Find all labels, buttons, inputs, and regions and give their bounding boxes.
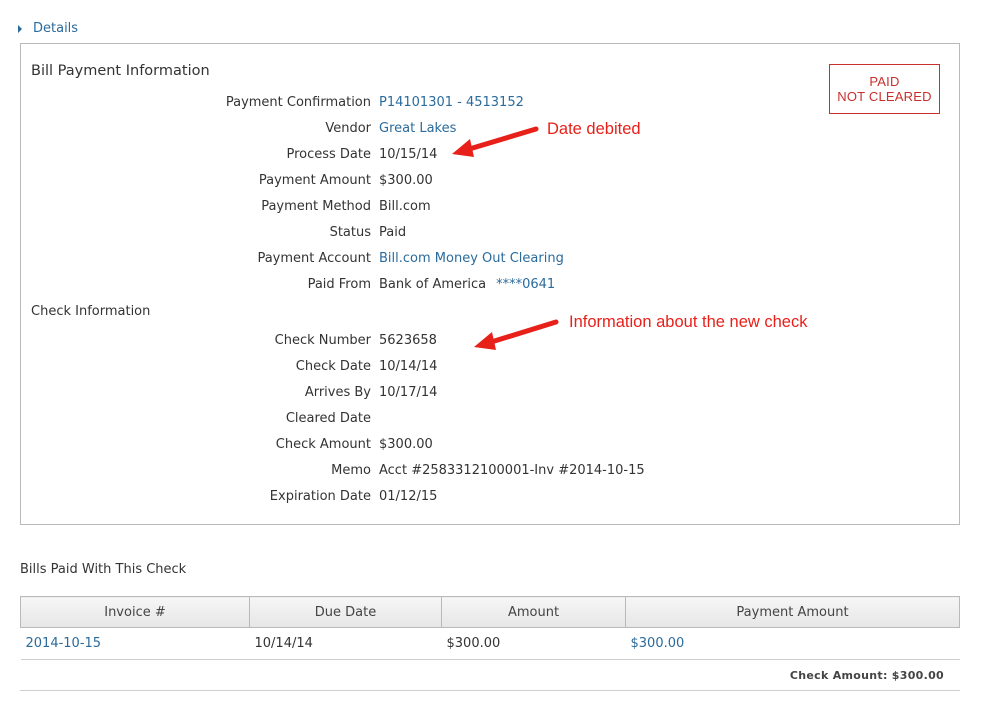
label-check-number: Check Number [274, 332, 371, 348]
row-vendor: Vendor Great Lakes [21, 119, 456, 137]
payment-amount-value: $300.00 [379, 172, 433, 188]
row-paid-from: Paid From Bank of America ****0641 [21, 275, 556, 293]
label-check-date: Check Date [295, 358, 371, 374]
label-status: Status [329, 224, 371, 240]
vendor-link[interactable]: Great Lakes [379, 121, 456, 136]
annotation-arrow-icon [452, 126, 539, 157]
row-payment-method: Payment Method Bill.com [21, 197, 431, 215]
label-payment-method: Payment Method [261, 198, 371, 214]
status-stamp-line2: NOT CLEARED [837, 89, 932, 104]
payment-method-value: Bill.com [379, 198, 431, 214]
label-expiration-date: Expiration Date [269, 488, 371, 504]
row-process-date: Process Date 10/15/14 [21, 145, 437, 163]
process-date-value: 10/15/14 [379, 146, 438, 162]
header-payment-amount[interactable]: Payment Amount [625, 596, 960, 628]
label-vendor: Vendor [325, 120, 371, 136]
header-invoice[interactable]: Invoice # [20, 596, 250, 628]
table-header-row: Invoice # Due Date Amount Payment Amount [20, 596, 960, 628]
amount-cell: $300.00 [441, 627, 626, 660]
arrives-by-value: 10/17/14 [379, 384, 438, 400]
label-paid-from: Paid From [307, 276, 371, 292]
row-check-number: Check Number 5623658 [21, 331, 437, 349]
check-amount-total: Check Amount: $300.00 [20, 660, 960, 691]
row-arrives-by: Arrives By 10/17/14 [21, 383, 438, 401]
check-information-title: Check Information [31, 304, 151, 319]
header-due-date[interactable]: Due Date [249, 596, 442, 628]
label-payment-confirmation: Payment Confirmation [225, 94, 371, 110]
due-date-cell: 10/14/14 [249, 627, 442, 660]
paid-from-value: Bank of America [379, 276, 487, 292]
table-row: 2014-10-15 10/14/14 $300.00 $300.00 [20, 627, 960, 660]
details-toggle[interactable]: Details [18, 18, 78, 38]
payment-confirmation-link[interactable]: P14101301 - 4513152 [379, 95, 524, 110]
annotation-date-debited: Date debited [547, 120, 641, 138]
row-memo: Memo Acct #2583312100001-Inv #2014-10-15 [21, 461, 645, 479]
row-check-date: Check Date 10/14/14 [21, 357, 438, 375]
bills-paid-table: Invoice # Due Date Amount Payment Amount… [20, 596, 960, 660]
status-value: Paid [379, 224, 407, 240]
check-amount-total-text: Check Amount: $300.00 [789, 668, 944, 682]
label-arrives-by: Arrives By [304, 384, 371, 400]
payment-account-link[interactable]: Bill.com Money Out Clearing [379, 251, 564, 266]
caret-right-icon [18, 24, 22, 33]
label-check-amount: Check Amount [275, 436, 371, 452]
check-date-value: 10/14/14 [379, 358, 438, 374]
bills-paid-title: Bills Paid With This Check [20, 562, 187, 577]
details-toggle-label: Details [33, 20, 79, 36]
row-cleared-date: Cleared Date [21, 409, 379, 427]
row-expiration-date: Expiration Date 01/12/15 [21, 487, 438, 505]
label-cleared-date: Cleared Date [285, 410, 371, 426]
row-check-amount: Check Amount $300.00 [21, 435, 433, 453]
label-process-date: Process Date [286, 146, 371, 162]
check-amount-value: $300.00 [379, 436, 433, 452]
bill-payment-panel: Bill Payment Information PAID NOT CLEARE… [20, 43, 960, 525]
invoice-link[interactable]: 2014-10-15 [20, 627, 250, 660]
masked-account-link[interactable]: ****0641 [496, 277, 555, 292]
payment-amount-link[interactable]: $300.00 [625, 627, 960, 660]
status-stamp: PAID NOT CLEARED [829, 64, 940, 114]
expiration-date-value: 01/12/15 [379, 488, 438, 504]
check-number-value: 5623658 [379, 332, 437, 348]
annotation-arrow-icon [474, 319, 559, 350]
label-memo: Memo [331, 462, 371, 478]
row-payment-amount: Payment Amount $300.00 [21, 171, 433, 189]
row-status: Status Paid [21, 223, 407, 241]
memo-value: Acct #2583312100001-Inv #2014-10-15 [379, 462, 645, 478]
label-payment-account: Payment Account [257, 250, 371, 266]
status-stamp-line1: PAID [869, 74, 900, 89]
bill-payment-title: Bill Payment Information [31, 63, 210, 79]
label-payment-amount: Payment Amount [258, 172, 371, 188]
row-payment-account: Payment Account Bill.com Money Out Clear… [21, 249, 564, 267]
row-payment-confirmation: Payment Confirmation P14101301 - 4513152 [21, 93, 524, 111]
annotation-new-check-info: Information about the new check [569, 313, 808, 331]
header-amount[interactable]: Amount [441, 596, 626, 628]
